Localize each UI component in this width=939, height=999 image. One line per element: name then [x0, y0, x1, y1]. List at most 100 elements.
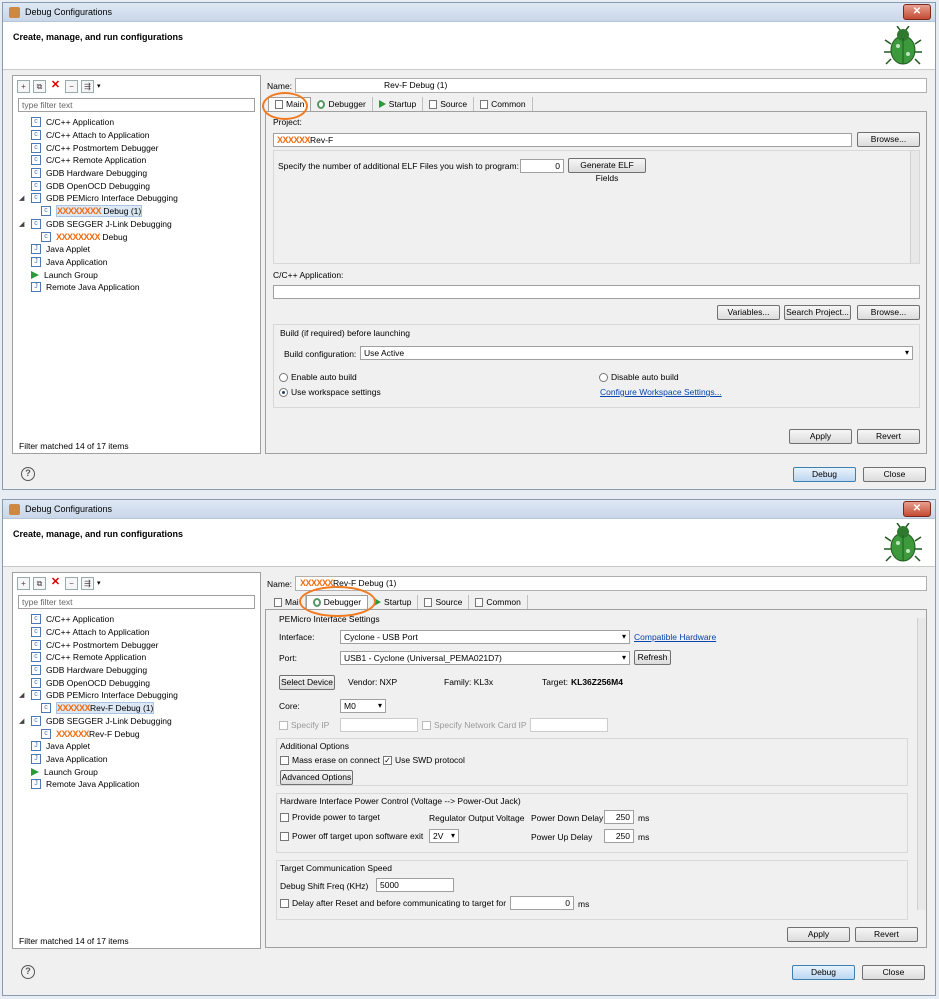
interface-select[interactable]: Cyclone - USB Port	[340, 630, 630, 644]
tab-common[interactable]: Common	[469, 595, 528, 609]
new-config-icon[interactable]: +	[17, 79, 30, 93]
tree-item[interactable]: c XXXXXX Rev-F Debug	[19, 727, 260, 740]
tree-item[interactable]: c C/C++ Remote Application	[19, 651, 260, 664]
tree-item[interactable]: Launch Group	[19, 268, 260, 281]
advanced-options-button[interactable]: Advanced Options	[280, 770, 353, 785]
delay-field[interactable]: 0	[510, 896, 574, 910]
voltage-select[interactable]: 2V	[429, 829, 459, 843]
tree-item[interactable]: J Java Application	[19, 256, 260, 269]
browse-app-button[interactable]: Browse...	[857, 305, 920, 320]
tree-item[interactable]: J Remote Java Application	[19, 281, 260, 294]
close-window-button[interactable]: ✕	[903, 4, 931, 20]
close-button[interactable]: Close	[863, 467, 926, 482]
search-project-button[interactable]: Search Project...	[784, 305, 851, 320]
debugger-scrollbar[interactable]	[917, 618, 926, 910]
tree-item[interactable]: ◢ c GDB PEMicro Interface Debugging	[19, 689, 260, 702]
browse-project-button[interactable]: Browse...	[857, 132, 920, 147]
debug-button[interactable]: Debug	[793, 467, 856, 482]
tree-item[interactable]: J Java Applet	[19, 243, 260, 256]
name-field[interactable]: XXXXXXRev-F Debug (1)	[295, 576, 927, 591]
duplicate-icon[interactable]: ⧉	[33, 79, 46, 93]
debug-button[interactable]: Debug	[792, 965, 855, 980]
provide-power-checkbox[interactable]	[280, 813, 289, 822]
core-select[interactable]: M0	[340, 699, 386, 713]
elf-count-field[interactable]: 0	[520, 159, 564, 173]
tab-debugger[interactable]: Debugger	[311, 97, 373, 111]
collapse-all-icon[interactable]: −	[65, 576, 78, 590]
power-off-checkbox[interactable]	[280, 832, 289, 841]
tree-item[interactable]: ◢ c GDB SEGGER J-Link Debugging	[19, 715, 260, 728]
tree-item[interactable]: ◢ c GDB PEMicro Interface Debugging	[19, 192, 260, 205]
tree-item[interactable]: c C/C++ Attach to Application	[19, 626, 260, 639]
nc-ip-field[interactable]	[530, 718, 608, 732]
tree-item[interactable]: c GDB OpenOCD Debugging	[19, 676, 260, 689]
tree-item[interactable]: c C/C++ Remote Application	[19, 154, 260, 167]
tree-item[interactable]: c GDB OpenOCD Debugging	[19, 179, 260, 192]
expand-icon[interactable]: ◢	[19, 691, 27, 699]
delete-icon[interactable]: ✕	[49, 576, 62, 590]
elf-scrollbar[interactable]	[910, 151, 919, 263]
collapse-all-icon[interactable]: −	[65, 79, 78, 93]
power-up-field[interactable]: 250	[604, 829, 634, 843]
revert-button[interactable]: Revert	[857, 429, 920, 444]
filter-input[interactable]: type filter text	[18, 595, 255, 609]
configure-workspace-link[interactable]: Configure Workspace Settings...	[600, 387, 722, 397]
dropdown-icon[interactable]: ▾	[97, 82, 101, 90]
mass-erase-checkbox[interactable]	[280, 756, 289, 765]
ip-field[interactable]	[340, 718, 418, 732]
refresh-button[interactable]: Refresh	[634, 650, 671, 665]
tree-item[interactable]: c C/C++ Application	[19, 613, 260, 626]
tree-item[interactable]: c C/C++ Postmortem Debugger	[19, 638, 260, 651]
tree-item[interactable]: c C/C++ Application	[19, 116, 260, 129]
tree-item[interactable]: c C/C++ Attach to Application	[19, 129, 260, 142]
tree-item[interactable]: Launch Group	[19, 765, 260, 778]
filter-icon[interactable]: ⇶	[81, 79, 94, 93]
compatible-hardware-link[interactable]: Compatible Hardware	[634, 632, 716, 642]
enable-auto-radio[interactable]	[279, 373, 288, 382]
app-field[interactable]	[273, 285, 920, 299]
tree-item[interactable]: c GDB Hardware Debugging	[19, 664, 260, 677]
select-device-button[interactable]: Select Device	[279, 675, 335, 690]
shift-freq-field[interactable]: 5000	[376, 878, 454, 892]
disable-auto-radio[interactable]	[599, 373, 608, 382]
help-icon[interactable]: ?	[21, 467, 35, 481]
project-field[interactable]: XXXXXXRev-F	[273, 133, 852, 147]
help-icon[interactable]: ?	[21, 965, 35, 979]
power-down-field[interactable]: 250	[604, 810, 634, 824]
delete-icon[interactable]: ✕	[49, 79, 62, 93]
revert-button[interactable]: Revert	[855, 927, 918, 942]
tree-item[interactable]: c C/C++ Postmortem Debugger	[19, 141, 260, 154]
use-workspace-radio[interactable]	[279, 388, 288, 397]
tree-item[interactable]: J Remote Java Application	[19, 778, 260, 791]
specify-nc-checkbox[interactable]	[422, 721, 431, 730]
tree-item-selected[interactable]: c XXXXXXXX Debug (1)	[19, 205, 260, 218]
new-config-icon[interactable]: +	[17, 576, 30, 590]
tree-item[interactable]: ◢ c GDB SEGGER J-Link Debugging	[19, 218, 260, 231]
name-field[interactable]: Rev-F Debug (1)	[295, 78, 927, 93]
expand-icon[interactable]: ◢	[19, 194, 27, 202]
expand-icon[interactable]: ◢	[19, 220, 27, 228]
variables-button[interactable]: Variables...	[717, 305, 780, 320]
filter-input[interactable]: type filter text	[18, 98, 255, 112]
duplicate-icon[interactable]: ⧉	[33, 576, 46, 590]
apply-button[interactable]: Apply	[787, 927, 850, 942]
tree-item[interactable]: J Java Application	[19, 753, 260, 766]
tab-source[interactable]: Source	[418, 595, 470, 609]
delay-reset-checkbox[interactable]	[280, 899, 289, 908]
build-config-select[interactable]: Use Active	[360, 346, 913, 360]
tab-startup[interactable]: Startup	[373, 97, 424, 111]
generate-elf-button[interactable]: Generate ELF Fields	[568, 158, 646, 183]
expand-icon[interactable]: ◢	[19, 717, 27, 725]
close-window-button[interactable]: ✕	[903, 501, 931, 517]
tab-common[interactable]: Common	[474, 97, 533, 111]
tree-item[interactable]: c XXXXXXXX Debug	[19, 230, 260, 243]
tree-item-selected[interactable]: c XXXXXXRev-F Debug (1)	[19, 702, 260, 715]
tab-source[interactable]: Source	[423, 97, 475, 111]
use-swd-checkbox[interactable]: ✓	[383, 756, 392, 765]
port-select[interactable]: USB1 - Cyclone (Universal_PEMA021D7)	[340, 651, 630, 665]
close-button[interactable]: Close	[862, 965, 925, 980]
tree-item[interactable]: J Java Applet	[19, 740, 260, 753]
tree-item[interactable]: c GDB Hardware Debugging	[19, 167, 260, 180]
specify-ip-checkbox[interactable]	[279, 721, 288, 730]
filter-icon[interactable]: ⇶	[81, 576, 94, 590]
